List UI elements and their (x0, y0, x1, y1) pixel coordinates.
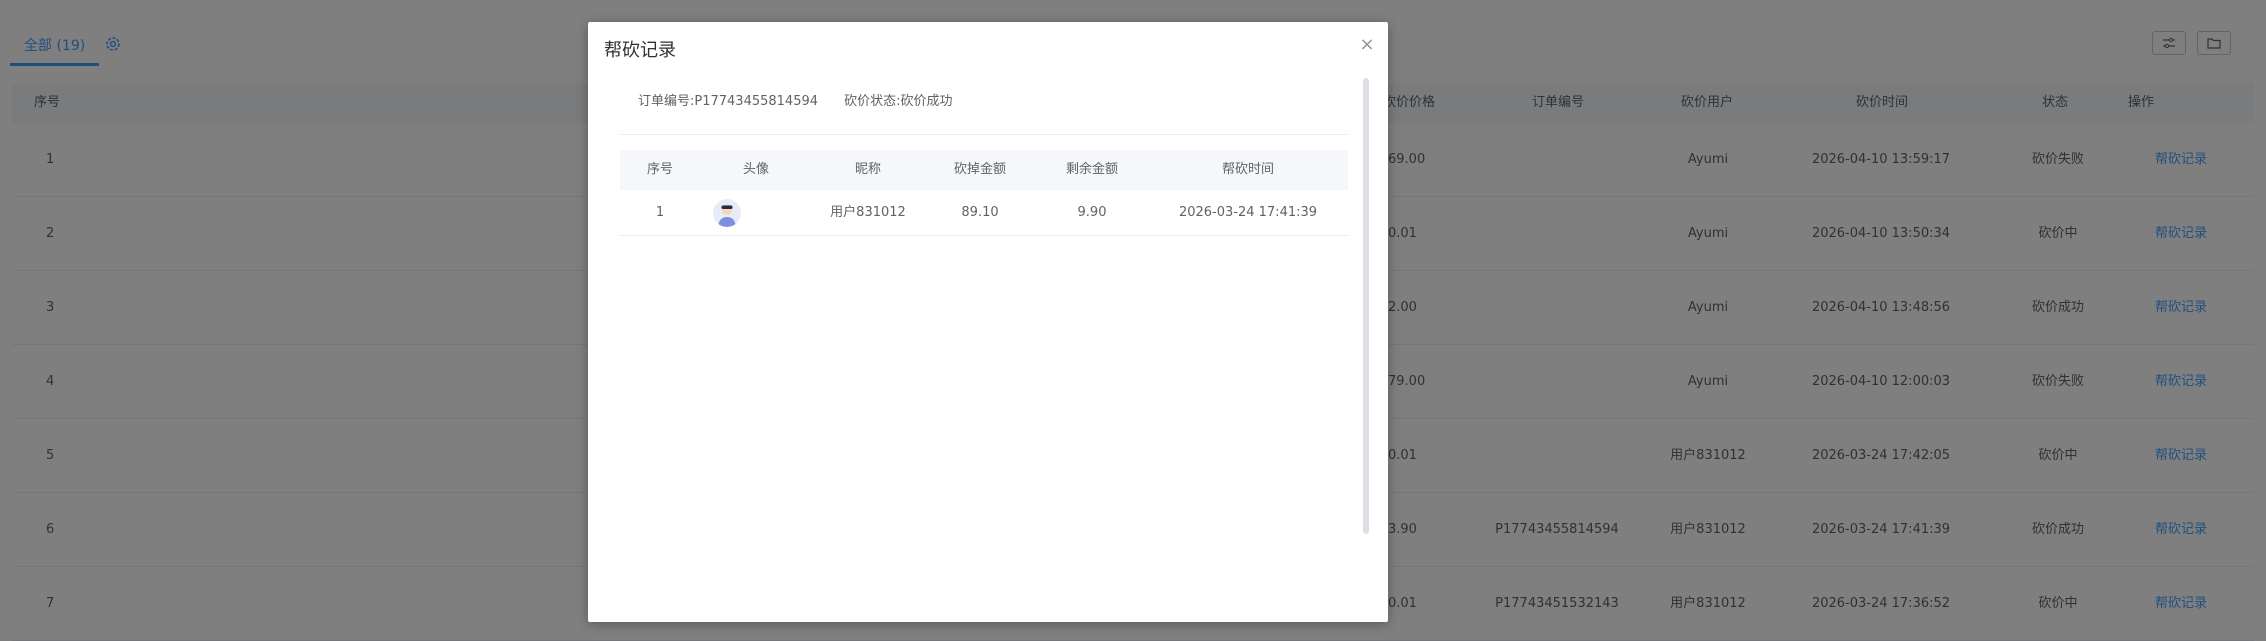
col-cut-amount: 砍掉金额 (953, 162, 1007, 177)
col-nickname: 昵称 (854, 162, 882, 177)
user-avatar (713, 199, 741, 227)
record-help-time: 2026-03-24 17:41:39 (1178, 205, 1318, 220)
dialog-scrollbar[interactable] (1363, 78, 1369, 534)
order-info: 订单编号:P17743455814594 砍价状态:砍价成功 (638, 90, 975, 109)
record-remaining: 9.90 (1077, 205, 1107, 220)
record-nickname: 用户831012 (830, 205, 906, 220)
record-table-header: 序号 头像 昵称 砍掉金额 剩余金额 帮砍时间 (620, 150, 1348, 190)
col-avatar: 头像 (742, 162, 770, 177)
record-table-row: 1 用户831012 89.10 9.90 2026-03-24 17:41:3… (620, 190, 1348, 236)
record-index: 1 (655, 205, 665, 220)
order-number-label: 订单编号:P17743455814594 (638, 94, 819, 109)
dialog-body: 订单编号:P17743455814594 砍价状态:砍价成功 序号 头像 昵称 … (620, 78, 1348, 558)
col-help-time: 帮砍时间 (1221, 162, 1275, 177)
help-record-dialog: 帮砍记录 × 订单编号:P17743455814594 砍价状态:砍价成功 序号… (588, 22, 1388, 622)
bargain-status-label: 砍价状态:砍价成功 (844, 94, 953, 109)
col-index: 序号 (646, 162, 674, 177)
close-icon[interactable]: × (1356, 34, 1378, 56)
col-remaining: 剩余金额 (1065, 162, 1119, 177)
dialog-title: 帮砍记录 (604, 40, 676, 61)
record-cut-amount: 89.10 (961, 205, 999, 220)
divider (620, 134, 1348, 135)
